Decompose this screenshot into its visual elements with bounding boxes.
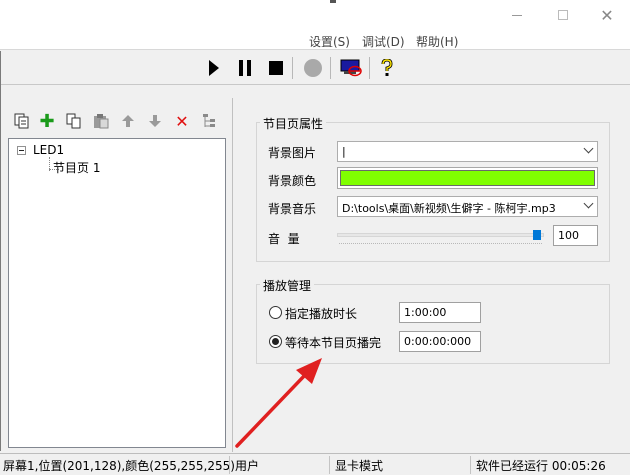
page-tree[interactable]: LED1 节目页 1 [8, 138, 226, 448]
tree-icon [203, 114, 215, 127]
chevron-down-icon [583, 143, 594, 154]
menu-settings[interactable]: 设置(S) [309, 33, 350, 50]
move-down-button[interactable] [145, 110, 165, 132]
playback-title: 播放管理 [260, 277, 315, 294]
bg-music-select[interactable]: D:\tools\桌面\新视频\生僻字 - 陈柯宇.mp3 [337, 196, 598, 217]
play-button[interactable] [202, 56, 226, 80]
help-icon [381, 59, 393, 76]
app-window: ✕ 设置(S) 调试(D) 帮助(H) ✚ ✕ LED1 节目页 1 节目页属性… [0, 0, 630, 475]
program-properties-title: 节目页属性 [260, 115, 327, 132]
volume-label: 音 量 [268, 232, 300, 246]
wait-finish-label[interactable]: 等待本节目页播完 [285, 334, 381, 351]
add-button[interactable]: ✚ [37, 110, 57, 132]
toolbar [0, 51, 630, 85]
move-up-icon [122, 115, 134, 127]
help-button[interactable] [375, 56, 399, 80]
duplicate-icon [66, 113, 81, 129]
collapse-icon[interactable] [17, 146, 26, 155]
duplicate-button[interactable] [64, 110, 84, 132]
stop-button[interactable] [264, 56, 288, 80]
wait-finish-input[interactable]: 0:00:00:000 [399, 331, 481, 352]
playback-group [256, 284, 610, 364]
minimize-button[interactable] [494, 0, 540, 30]
close-icon: ✕ [600, 5, 614, 25]
status-mode: 显卡模式 [335, 459, 384, 473]
volume-slider-thumb[interactable] [533, 230, 541, 240]
volume-slider-track[interactable] [337, 233, 544, 237]
paste-icon [94, 114, 109, 129]
bg-music-label: 背景音乐 [268, 202, 317, 216]
minimize-icon [512, 14, 522, 16]
status-separator [229, 456, 230, 474]
screen-off-button[interactable] [340, 56, 364, 80]
wait-finish-value: 0:00:00:000 [404, 335, 472, 348]
maximize-button[interactable] [540, 0, 586, 30]
tree-button[interactable] [199, 110, 219, 132]
move-up-button[interactable] [118, 110, 138, 132]
bg-image-value: | [342, 145, 346, 158]
paste-button[interactable] [91, 110, 111, 132]
new-page-button[interactable] [12, 110, 32, 132]
bg-color-label: 背景颜色 [268, 174, 317, 188]
menu-bar: 设置(S) 调试(D) 帮助(H) [0, 30, 630, 50]
toolbar-separator [292, 57, 293, 79]
toolbar-separator [330, 57, 331, 79]
bg-image-select[interactable]: | [337, 141, 598, 162]
volume-input[interactable]: 100 [553, 225, 598, 246]
menu-help[interactable]: 帮助(H) [416, 33, 458, 50]
stop-icon [269, 61, 283, 75]
toolbar-separator [369, 57, 370, 79]
duration-value: 1:00:00 [404, 306, 447, 319]
status-separator [329, 456, 330, 474]
play-icon [209, 60, 219, 76]
status-user: 用户 [235, 459, 260, 473]
bg-color-picker[interactable] [337, 167, 598, 189]
duration-input[interactable]: 1:00:00 [399, 302, 481, 323]
menu-debug[interactable]: 调试(D) [362, 33, 405, 50]
panel-divider[interactable] [232, 98, 233, 452]
wait-finish-radio[interactable] [269, 335, 282, 348]
bg-image-label: 背景图片 [268, 146, 317, 160]
chevron-down-icon [583, 198, 594, 209]
volume-value: 100 [558, 229, 579, 242]
bg-color-swatch [340, 170, 595, 186]
delete-button[interactable]: ✕ [172, 110, 192, 132]
delete-icon: ✕ [175, 111, 189, 131]
status-separator [470, 456, 471, 474]
bg-music-value: D:\tools\桌面\新视频\生僻字 - 陈柯宇.mp3 [342, 202, 556, 215]
status-runtime: 软件已经运行 00:05:26 [476, 459, 606, 473]
copy-icon [14, 113, 29, 129]
duration-label[interactable]: 指定播放时长 [285, 305, 357, 322]
status-screen-info: 屏幕1,位置(201,128),颜色(255,255,255) [3, 459, 235, 473]
close-button[interactable]: ✕ [584, 0, 630, 30]
maximize-icon [558, 10, 568, 20]
tree-node-page1[interactable]: 节目页 1 [53, 159, 100, 176]
left-edge [0, 51, 1, 451]
volume-slider-ticks [339, 243, 542, 244]
record-button[interactable] [301, 56, 325, 80]
title-fragment [330, 0, 336, 3]
tree-node-led1[interactable]: LED1 [33, 143, 64, 157]
screen-off-icon [340, 59, 362, 77]
add-icon: ✚ [39, 110, 55, 132]
status-bar: 屏幕1,位置(201,128),颜色(255,255,255) 用户 显卡模式 … [0, 453, 630, 475]
pause-icon [239, 60, 251, 76]
duration-radio[interactable] [269, 306, 282, 319]
record-icon [304, 59, 322, 77]
move-down-icon [149, 115, 161, 127]
pause-button[interactable] [233, 56, 257, 80]
title-bar: ✕ [0, 0, 630, 30]
